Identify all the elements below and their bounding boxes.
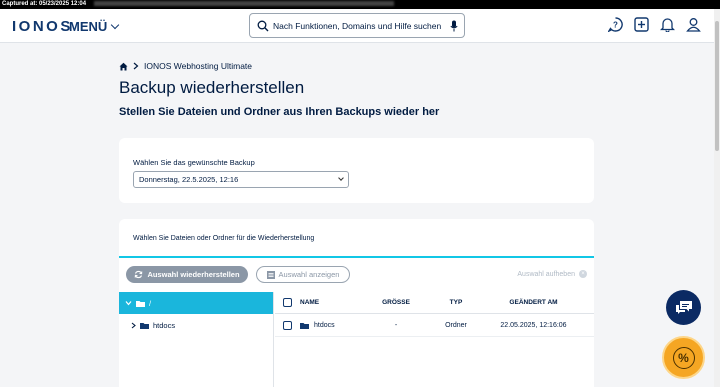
home-icon[interactable] bbox=[119, 62, 128, 71]
chevron-down-icon[interactable] bbox=[125, 300, 132, 306]
microphone-icon[interactable] bbox=[450, 20, 458, 32]
ionos-logo[interactable]: IONOS bbox=[12, 18, 73, 35]
row-name[interactable]: htdocs bbox=[314, 322, 335, 329]
table-row[interactable]: htdocs - Ordner 22.05.2025, 12:16:06 bbox=[275, 314, 594, 337]
capture-text: Captured at: 05/23/2025 12:04 bbox=[2, 1, 87, 7]
chevron-right-icon bbox=[133, 62, 139, 70]
backup-select-value: Donnerstag, 22.5.2025, 12:16 bbox=[139, 175, 239, 184]
clear-selection-button[interactable]: Auswahl aufheben × bbox=[517, 270, 587, 278]
backup-select[interactable]: Donnerstag, 22.5.2025, 12:16 bbox=[133, 171, 349, 188]
restore-label: Wählen Sie Dateien oder Ordner für die W… bbox=[133, 235, 315, 242]
row-modified: 22.05.2025, 12:16:06 bbox=[500, 321, 567, 329]
row-size: - bbox=[394, 321, 398, 329]
scrollbar-thumb[interactable] bbox=[715, 21, 719, 151]
row-name-cell: htdocs bbox=[300, 322, 366, 329]
show-selection-button[interactable]: Auswahl anzeigen bbox=[256, 266, 350, 283]
refresh-icon bbox=[135, 270, 143, 279]
top-bar: IONOS MENÜ Nach Funktionen, Domains und … bbox=[0, 9, 714, 43]
show-selection-label: Auswahl anzeigen bbox=[278, 270, 340, 279]
tree-item-root[interactable]: / bbox=[119, 292, 273, 314]
chat-button[interactable] bbox=[666, 290, 701, 325]
search-icon bbox=[257, 20, 269, 32]
scrollbar[interactable] bbox=[714, 9, 720, 387]
page-title: Backup wiederherstellen bbox=[119, 78, 305, 97]
column-header-size[interactable]: GRÖSSE bbox=[366, 299, 426, 306]
restore-card: Wählen Sie Dateien oder Ordner für die W… bbox=[119, 219, 594, 387]
capture-bar: Captured at: 05/23/2025 12:04 bbox=[0, 0, 720, 9]
chat-icon bbox=[675, 301, 692, 314]
folder-tree: / htdocs bbox=[119, 292, 274, 387]
column-header-type[interactable]: TYP bbox=[426, 299, 486, 306]
help-icon[interactable]: ? bbox=[608, 17, 623, 32]
blurred-url bbox=[94, 0, 395, 6]
select-all-checkbox[interactable] bbox=[283, 298, 292, 307]
svg-text:?: ? bbox=[613, 21, 618, 30]
page-subtitle: Stellen Sie Dateien und Ordner aus Ihren… bbox=[119, 106, 440, 118]
breadcrumb-item[interactable]: IONOS Webhosting Ultimate bbox=[144, 61, 252, 71]
menu-label: MENÜ bbox=[69, 19, 108, 34]
user-icon[interactable] bbox=[686, 17, 701, 32]
file-table: NAME GRÖSSE TYP GEÄNDERT AM htdocs - Ord… bbox=[275, 292, 594, 337]
percent-icon: % bbox=[672, 346, 695, 369]
backup-select-label: Wählen Sie das gewünschte Backup bbox=[133, 158, 255, 167]
restore-selection-button[interactable]: Auswahl wiederherstellen bbox=[126, 266, 248, 283]
search-placeholder: Nach Funktionen, Domains und Hilfe suche… bbox=[273, 21, 442, 31]
offers-button[interactable]: % bbox=[662, 336, 705, 379]
table-header: NAME GRÖSSE TYP GEÄNDERT AM bbox=[275, 292, 594, 314]
chevron-right-icon[interactable] bbox=[131, 322, 136, 329]
menu-button[interactable]: MENÜ bbox=[69, 19, 120, 34]
clear-selection-label: Auswahl aufheben bbox=[517, 270, 575, 278]
column-header-name[interactable]: NAME bbox=[300, 299, 366, 306]
row-checkbox[interactable] bbox=[283, 320, 292, 330]
breadcrumb: IONOS Webhosting Ultimate bbox=[119, 61, 252, 71]
tree-item-root-label: / bbox=[149, 298, 152, 308]
folder-icon bbox=[136, 300, 145, 307]
close-icon: × bbox=[579, 270, 587, 278]
row-type: Ordner bbox=[445, 321, 467, 329]
accent-divider bbox=[119, 256, 594, 258]
backup-select-card: Wählen Sie das gewünschte Backup Donners… bbox=[119, 138, 594, 203]
column-header-modified[interactable]: GEÄNDERT AM bbox=[486, 299, 581, 306]
folder-icon bbox=[300, 322, 309, 329]
folder-icon bbox=[140, 322, 149, 329]
list-icon bbox=[266, 270, 275, 279]
chevron-down-icon bbox=[338, 175, 344, 181]
tree-item-htdocs[interactable]: htdocs bbox=[119, 314, 273, 336]
search-input[interactable]: Nach Funktionen, Domains und Hilfe suche… bbox=[249, 13, 465, 38]
restore-selection-label: Auswahl wiederherstellen bbox=[147, 270, 240, 279]
chevron-down-icon bbox=[111, 20, 120, 30]
bell-icon[interactable] bbox=[660, 17, 675, 32]
tree-item-htdocs-label: htdocs bbox=[153, 320, 176, 330]
add-icon[interactable] bbox=[634, 17, 649, 32]
